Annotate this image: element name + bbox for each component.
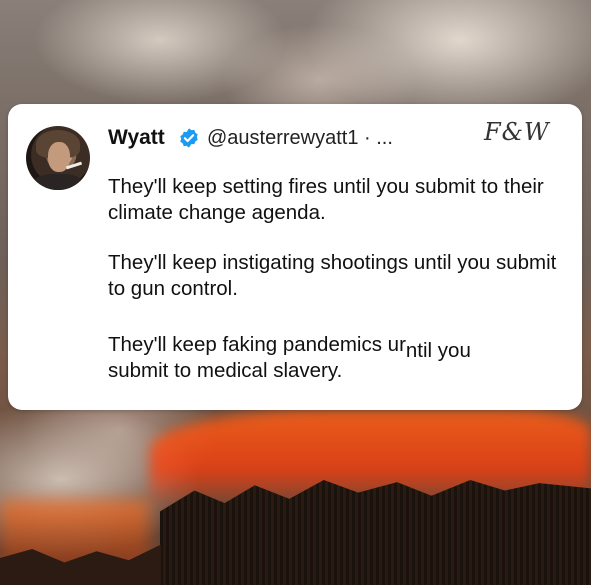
tweet-paragraph-3-part1: They'll keep faking pandemics ur bbox=[108, 333, 406, 356]
tweet-paragraph-1: They'll keep setting fires until you sub… bbox=[108, 175, 544, 224]
author-name[interactable]: Wyatt bbox=[108, 126, 165, 150]
tweet-card: Wyatt @austerrewyatt1 · ... F&W They'll … bbox=[8, 104, 582, 410]
tweet-paragraph-3: They'll keep faking pandemics urntil you… bbox=[108, 332, 570, 384]
avatar-shirt bbox=[34, 174, 82, 190]
tweet-paragraph-2: They'll keep instigating shootings until… bbox=[108, 251, 557, 300]
avatar[interactable] bbox=[26, 126, 90, 190]
author-handle[interactable]: @austerrewyatt1 · ... bbox=[207, 127, 393, 150]
tweet-paragraph-3-part2: ntil you bbox=[405, 339, 471, 362]
tweet-paragraph-3-line2: submit to medical slavery. bbox=[108, 359, 343, 382]
watermark-logo: F&W bbox=[484, 118, 550, 146]
verified-badge-icon bbox=[180, 128, 198, 148]
